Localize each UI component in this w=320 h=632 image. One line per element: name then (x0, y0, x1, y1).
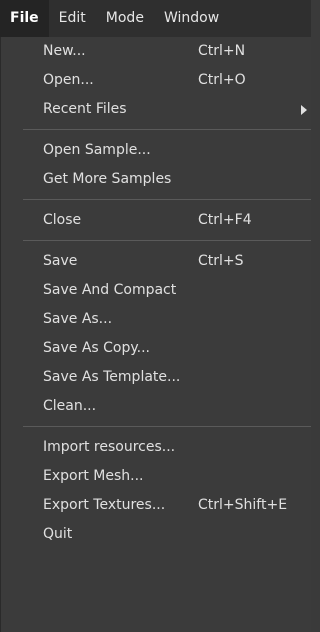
menu-separator (1, 194, 311, 206)
menu-item-label: Clean... (43, 398, 97, 414)
menu-separator (1, 235, 311, 247)
menu-item-label: Export Mesh... (43, 468, 144, 484)
menu-item-open[interactable]: Open... Ctrl+O (1, 66, 311, 95)
menu-item-label: New... (43, 43, 86, 59)
menu-item-import-resources[interactable]: Import resources... (1, 433, 311, 462)
menu-mode[interactable]: Mode (96, 0, 154, 37)
shortcut-label: Ctrl+Shift+E (198, 497, 288, 513)
menu-item-label: Open Sample... (43, 142, 151, 158)
menu-item-label: Save And Compact (43, 282, 177, 298)
menu-item-label: Import resources... (43, 439, 176, 455)
submenu-arrow-icon (301, 105, 307, 115)
menu-bar: File Edit Mode Window (0, 0, 311, 38)
menu-separator (1, 124, 311, 136)
menu-item-save[interactable]: Save Ctrl+S (1, 247, 311, 276)
shortcut-label: Ctrl+O (198, 72, 246, 88)
file-menu-dropdown: New... Ctrl+N Open... Ctrl+O Recent File… (0, 37, 311, 632)
app-root: File Edit Mode Window New... Ctrl+N Open… (0, 0, 311, 632)
menu-item-label: Save As Copy... (43, 340, 151, 356)
menu-item-label: Save As... (43, 311, 113, 327)
menu-item-recent-files[interactable]: Recent Files (1, 95, 311, 124)
menu-window[interactable]: Window (154, 0, 229, 37)
menu-item-label: Save (43, 253, 78, 269)
shortcut-label: Ctrl+S (198, 253, 244, 269)
menu-item-label: Save As Template... (43, 369, 181, 385)
menu-item-get-more-samples[interactable]: Get More Samples (1, 165, 311, 194)
menu-item-close[interactable]: Close Ctrl+F4 (1, 206, 311, 235)
menu-item-label: Close (43, 212, 82, 228)
menu-item-save-and-compact[interactable]: Save And Compact (1, 276, 311, 305)
menu-item-export-mesh[interactable]: Export Mesh... (1, 462, 311, 491)
menu-item-label: Get More Samples (43, 171, 172, 187)
menu-item-new[interactable]: New... Ctrl+N (1, 37, 311, 66)
shortcut-label: Ctrl+F4 (198, 212, 252, 228)
menu-item-label: Quit (43, 526, 73, 542)
menu-item-save-as-template[interactable]: Save As Template... (1, 363, 311, 392)
menu-item-label: Open... (43, 72, 94, 88)
menu-file[interactable]: File (0, 0, 49, 37)
shortcut-label: Ctrl+N (198, 43, 246, 59)
menu-item-label: Export Textures... (43, 497, 166, 513)
menu-item-export-textures[interactable]: Export Textures... Ctrl+Shift+E (1, 491, 311, 520)
menu-separator (1, 421, 311, 433)
menu-item-save-as-copy[interactable]: Save As Copy... (1, 334, 311, 363)
menu-edit[interactable]: Edit (49, 0, 96, 37)
menu-item-quit[interactable]: Quit (1, 520, 311, 549)
menu-item-clean[interactable]: Clean... (1, 392, 311, 421)
menu-item-save-as[interactable]: Save As... (1, 305, 311, 334)
menu-item-open-sample[interactable]: Open Sample... (1, 136, 311, 165)
menu-item-label: Recent Files (43, 101, 127, 117)
